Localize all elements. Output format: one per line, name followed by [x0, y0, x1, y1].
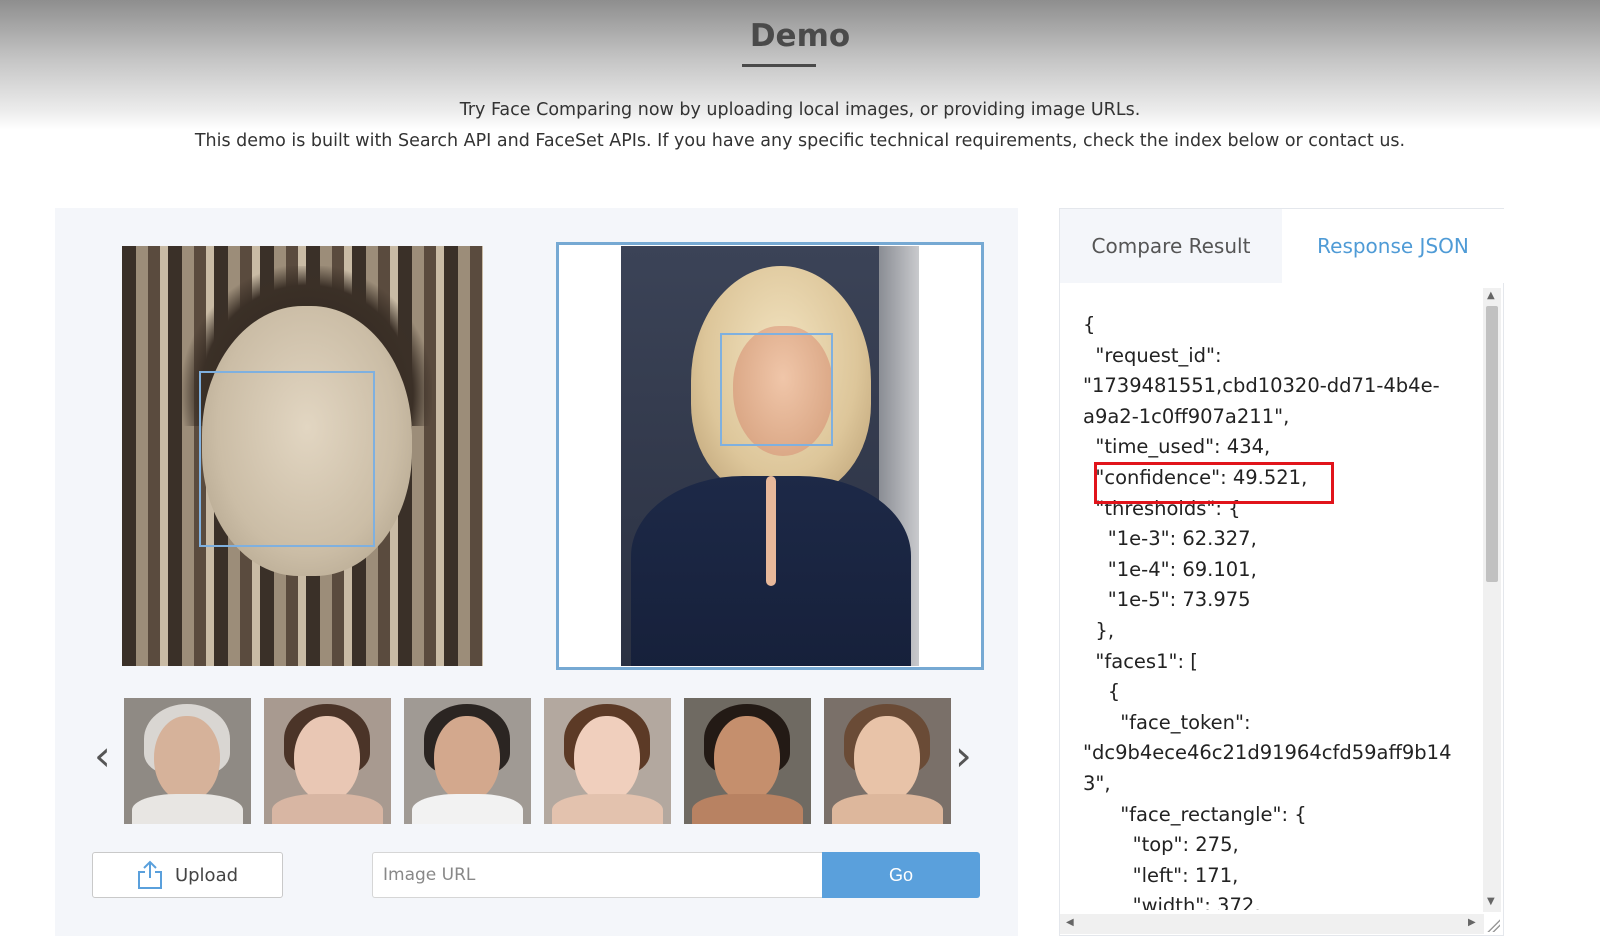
json-line: "1739481551,cbd10320-dd71-4b4e- [1083, 374, 1440, 398]
thumb-body [412, 794, 523, 824]
json-line: "dc9b4ece46c21d91964cfd59aff9b14 [1083, 741, 1452, 765]
thumb-face [714, 716, 780, 802]
scroll-right-icon[interactable]: ▶ [1468, 918, 1476, 928]
scroll-down-icon[interactable]: ▼ [1487, 897, 1495, 907]
json-line: { [1083, 313, 1096, 336]
thumb-face [854, 716, 920, 802]
json-line: "face_token": [1083, 710, 1251, 734]
tab-compare-result[interactable]: Compare Result [1060, 209, 1282, 283]
thumb-face [294, 716, 360, 802]
thumbnail-woman-4[interactable] [824, 698, 951, 824]
thumbnail-elderly-man[interactable] [124, 698, 251, 824]
json-line: 3", [1083, 771, 1111, 795]
subtitle-line-2: This demo is built with Search API and F… [194, 131, 1406, 151]
thumb-body [832, 794, 943, 824]
json-line: }, [1083, 618, 1115, 642]
thumbnail-woman-1[interactable] [264, 698, 391, 824]
json-line: "faces1": [ [1083, 649, 1198, 673]
image-2-neckline [766, 476, 776, 586]
thumbnail-man-glasses[interactable] [404, 698, 531, 824]
scroll-left-icon[interactable]: ◀ [1066, 918, 1074, 928]
json-line: "1e-3": 62.327, [1083, 527, 1257, 551]
comparison-image-2[interactable] [621, 246, 919, 666]
thumbnail-woman-3[interactable] [684, 698, 811, 824]
scroll-up-icon[interactable]: ▲ [1487, 291, 1495, 301]
json-line: "confidence": 49.521, [1083, 465, 1308, 489]
json-line: a9a2-1c0ff907a211", [1083, 404, 1290, 428]
resize-grip-icon[interactable] [1486, 918, 1500, 932]
upload-button[interactable]: Upload [92, 852, 283, 898]
thumb-face [154, 716, 220, 802]
thumbnail-woman-2[interactable] [544, 698, 671, 824]
thumb-body [272, 794, 383, 824]
json-line: "request_id": [1083, 343, 1222, 367]
json-line: { [1083, 680, 1121, 704]
title-underline [742, 64, 816, 67]
chevron-left-icon[interactable]: ‹ [94, 735, 111, 777]
face-detection-box-1 [199, 371, 375, 547]
page-title: Demo [749, 18, 851, 54]
tab-response-json[interactable]: Response JSON [1282, 209, 1504, 283]
chevron-right-icon[interactable]: › [955, 735, 972, 777]
thumb-body [552, 794, 663, 824]
thumb-face [434, 716, 500, 802]
upload-button-label: Upload [174, 864, 239, 886]
json-line: "left": 171, [1083, 863, 1239, 887]
json-line: "time_used": 434, [1083, 435, 1271, 459]
image-url-input[interactable] [372, 852, 822, 898]
thumb-body [692, 794, 803, 824]
upload-icon [137, 860, 162, 889]
face-detection-box-2 [720, 333, 833, 446]
vertical-scrollbar-thumb[interactable] [1486, 306, 1498, 582]
json-line: "thresholds": { [1083, 496, 1241, 520]
json-line: "1e-4": 69.101, [1083, 557, 1257, 581]
json-line: "width": 372, [1083, 894, 1261, 910]
response-json-text: { "request_id": "1739481551,cbd10320-dd71… [1083, 310, 1473, 910]
horizontal-scrollbar[interactable] [1060, 914, 1484, 934]
json-line: "1e-5": 73.975 [1083, 588, 1251, 612]
subtitle-line-1: Try Face Comparing now by uploading loca… [459, 100, 1141, 120]
json-line: "top": 275, [1083, 833, 1239, 857]
thumb-body [132, 794, 243, 824]
thumb-face [574, 716, 640, 802]
json-line: "face_rectangle": { [1083, 802, 1307, 826]
go-button[interactable]: Go [822, 852, 980, 898]
